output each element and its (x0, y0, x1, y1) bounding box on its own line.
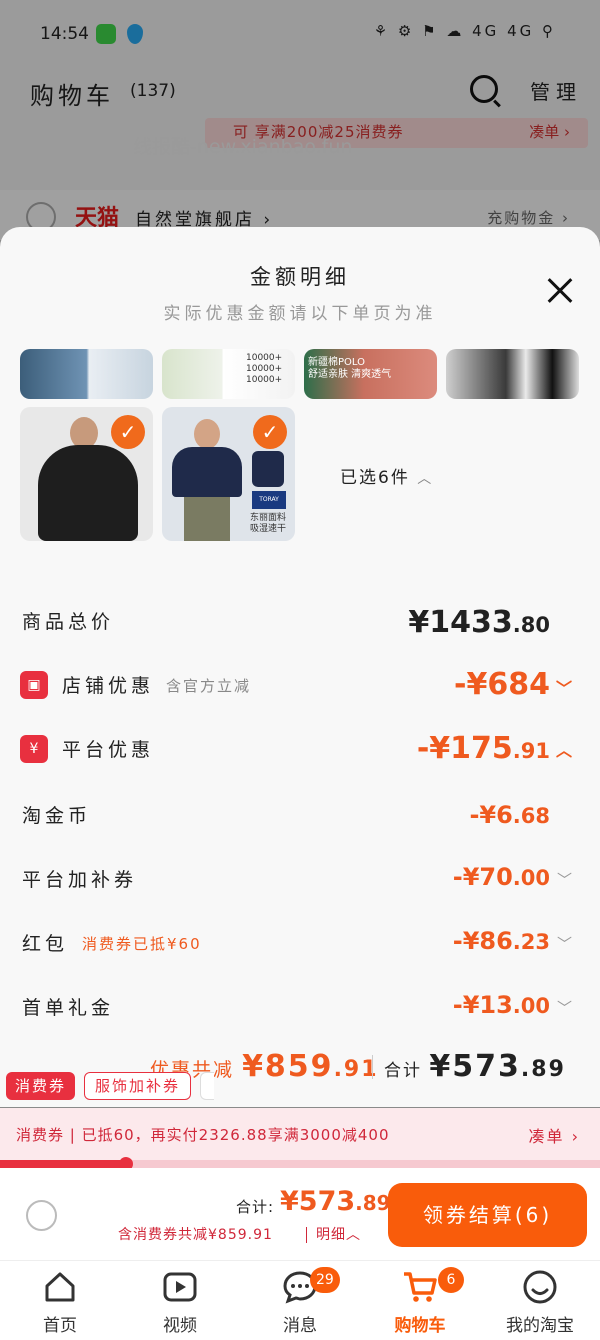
store-discount-note: 含官方立减 (166, 677, 252, 695)
checkout-button[interactable]: 领券结算(6) (388, 1183, 587, 1247)
tab-label: 视频 (163, 1316, 197, 1336)
thumbnail-caption: 新疆棉POLO 舒适亲肤 清爽透气 (308, 357, 392, 380)
tab-cart[interactable]: 6 购物车 (360, 1261, 480, 1340)
add-items-link[interactable]: 凑单 › (529, 1123, 581, 1147)
selected-count-toggle[interactable]: 已选6件 ︿ (340, 463, 433, 488)
profile-icon (523, 1270, 557, 1304)
tab-label: 我的淘宝 (506, 1316, 574, 1336)
coupon-tab-more[interactable] (200, 1072, 214, 1100)
coupon-pill-row: 消费券 服饰加补券 (0, 1066, 600, 1106)
amount-integer: -¥70 (452, 863, 513, 891)
amount-decimal: .23 (512, 930, 550, 954)
product-thumbnail[interactable] (446, 349, 579, 399)
selected-count-label: 已选6件 (340, 468, 410, 488)
bottom-tab-bar: 首页 视频 29 消息 6 购物车 我的淘宝 (0, 1260, 600, 1340)
taojinbi-amount: -¥6.68 (469, 801, 550, 829)
amount-integer: ¥573 (280, 1186, 356, 1217)
jacket-shape (38, 445, 138, 541)
sheet-title: 金额明细 (250, 265, 350, 289)
chevron-down-icon[interactable]: ﹀ (557, 997, 572, 1018)
platform-discount-icon: ¥ (20, 735, 48, 763)
model-head (194, 419, 220, 449)
cart-icon (404, 1272, 437, 1302)
message-badge: 29 (310, 1267, 340, 1293)
platform-discount-label: 平台优惠 (62, 739, 155, 761)
product-thumbnail[interactable] (20, 349, 153, 399)
goods-total-label: 商品总价 (22, 611, 115, 633)
goods-total-amount: ¥1433.80 (408, 605, 550, 640)
first-order-label: 首单礼金 (22, 997, 115, 1019)
thumbnail-caption: 东丽面料 吸湿速干 (250, 513, 287, 534)
coupon-tab-consumption[interactable]: 消费券 (6, 1072, 76, 1100)
checkout-discount-note: 含消费券共减¥859.91 (118, 1227, 273, 1243)
red-packet-note: 消费券已抵¥60 (82, 935, 202, 953)
checkout-bar: 合计: ¥573.89 含消费券共减¥859.91 明细︿ 领券结算(6) (0, 1168, 600, 1260)
coupon-progress-text: 消费券 | 已抵60，再实付2326.88享满3000减400 (16, 1126, 390, 1144)
store-discount-icon: ▣ (20, 671, 48, 699)
coupon-tab-apparel[interactable]: 服饰加补券 (84, 1072, 192, 1100)
chevron-down-icon[interactable]: ﹀ (557, 933, 572, 954)
shirt-flat-shape (252, 451, 284, 487)
platform-subsidy-label: 平台加补券 (22, 869, 138, 891)
amount-integer: -¥6 (469, 801, 513, 829)
amount-integer: -¥86 (452, 927, 513, 955)
amount-integer: -¥175 (416, 731, 513, 766)
amount-integer: -¥13 (452, 991, 513, 1019)
amount-decimal: .80 (512, 613, 550, 637)
taojinbi-label: 淘金币 (22, 805, 92, 827)
checkout-total-amount: ¥573.89 (280, 1186, 391, 1217)
platform-subsidy-amount: -¥70.00 (453, 863, 550, 891)
home-icon (45, 1272, 75, 1302)
amount-detail-sheet: 金额明细 实际优惠金额请以下单页为准 10000+ 10000+ 10000+ … (0, 227, 600, 1107)
first-order-amount: -¥13.00 (453, 991, 550, 1019)
store-discount-label: 店铺优惠 (62, 675, 155, 697)
chevron-down-icon[interactable]: ﹀ (556, 675, 572, 699)
detail-toggle[interactable]: 明细︿ (316, 1224, 361, 1244)
amount-decimal: .89 (355, 1191, 391, 1215)
amount-decimal: .00 (512, 866, 550, 890)
checkout-total-label: 合计: (236, 1198, 275, 1216)
amount-integer: -¥684 (454, 667, 550, 702)
tab-label: 购物车 (394, 1316, 446, 1336)
overlay-scrim[interactable] (0, 0, 600, 240)
video-icon (163, 1272, 197, 1302)
amount-decimal: .00 (512, 994, 550, 1018)
progress-fill (0, 1160, 126, 1168)
thumbnail-caption: 10000+ 10000+ 10000+ (246, 353, 283, 385)
product-thumbnail-polo[interactable]: TORAY 东丽面料 吸湿速干 ✓ (162, 407, 295, 541)
tab-video[interactable]: 视频 (120, 1261, 240, 1340)
chevron-up-icon: ︿ (417, 471, 434, 487)
fabric-tag: TORAY (252, 491, 286, 509)
tab-label: 首页 (43, 1316, 77, 1336)
tab-home[interactable]: 首页 (0, 1261, 120, 1340)
cart-page-background: 14:54 ⚘ ⚙ ⚑ ☁ 4G 4G ⚲ 购物车 (137) 管理 可 享满2… (0, 0, 600, 240)
check-icon[interactable]: ✓ (111, 415, 145, 449)
chevron-up-icon[interactable]: ︿ (556, 737, 572, 761)
platform-discount-amount: -¥175.91 (417, 731, 550, 766)
chevron-down-icon[interactable]: ﹀ (557, 869, 572, 890)
watermark: 线报酷-new.xianbao.fun (133, 136, 353, 158)
pants-shape (184, 497, 230, 541)
product-thumbnail-jacket[interactable]: ✓ (20, 407, 153, 541)
tab-label: 消息 (283, 1316, 317, 1336)
amount-decimal: .68 (512, 804, 550, 828)
coupon-progress-bar (0, 1157, 600, 1171)
product-thumbnail[interactable]: 新疆棉POLO 舒适亲肤 清爽透气 (304, 349, 437, 399)
close-icon[interactable] (540, 271, 580, 311)
amount-integer: ¥1433 (408, 605, 513, 640)
red-packet-amount: -¥86.23 (453, 927, 550, 955)
red-packet-label: 红包 (22, 933, 69, 955)
polo-shape (172, 447, 242, 497)
cart-badge: 6 (438, 1267, 464, 1293)
tab-messages[interactable]: 29 消息 (240, 1261, 360, 1340)
check-icon[interactable]: ✓ (253, 415, 287, 449)
coupon-progress-banner[interactable]: 消费券 | 已抵60，再实付2326.88享满3000减400 凑单 › (0, 1108, 600, 1160)
divider (306, 1227, 307, 1243)
sheet-subtitle: 实际优惠金额请以下单页为准 (163, 304, 437, 324)
amount-decimal: .91 (512, 739, 550, 763)
product-thumbnail[interactable]: 10000+ 10000+ 10000+ (162, 349, 295, 399)
select-all-checkbox[interactable] (26, 1200, 57, 1231)
store-discount-amount: -¥684 (454, 667, 550, 702)
tab-profile[interactable]: 我的淘宝 (480, 1261, 600, 1340)
